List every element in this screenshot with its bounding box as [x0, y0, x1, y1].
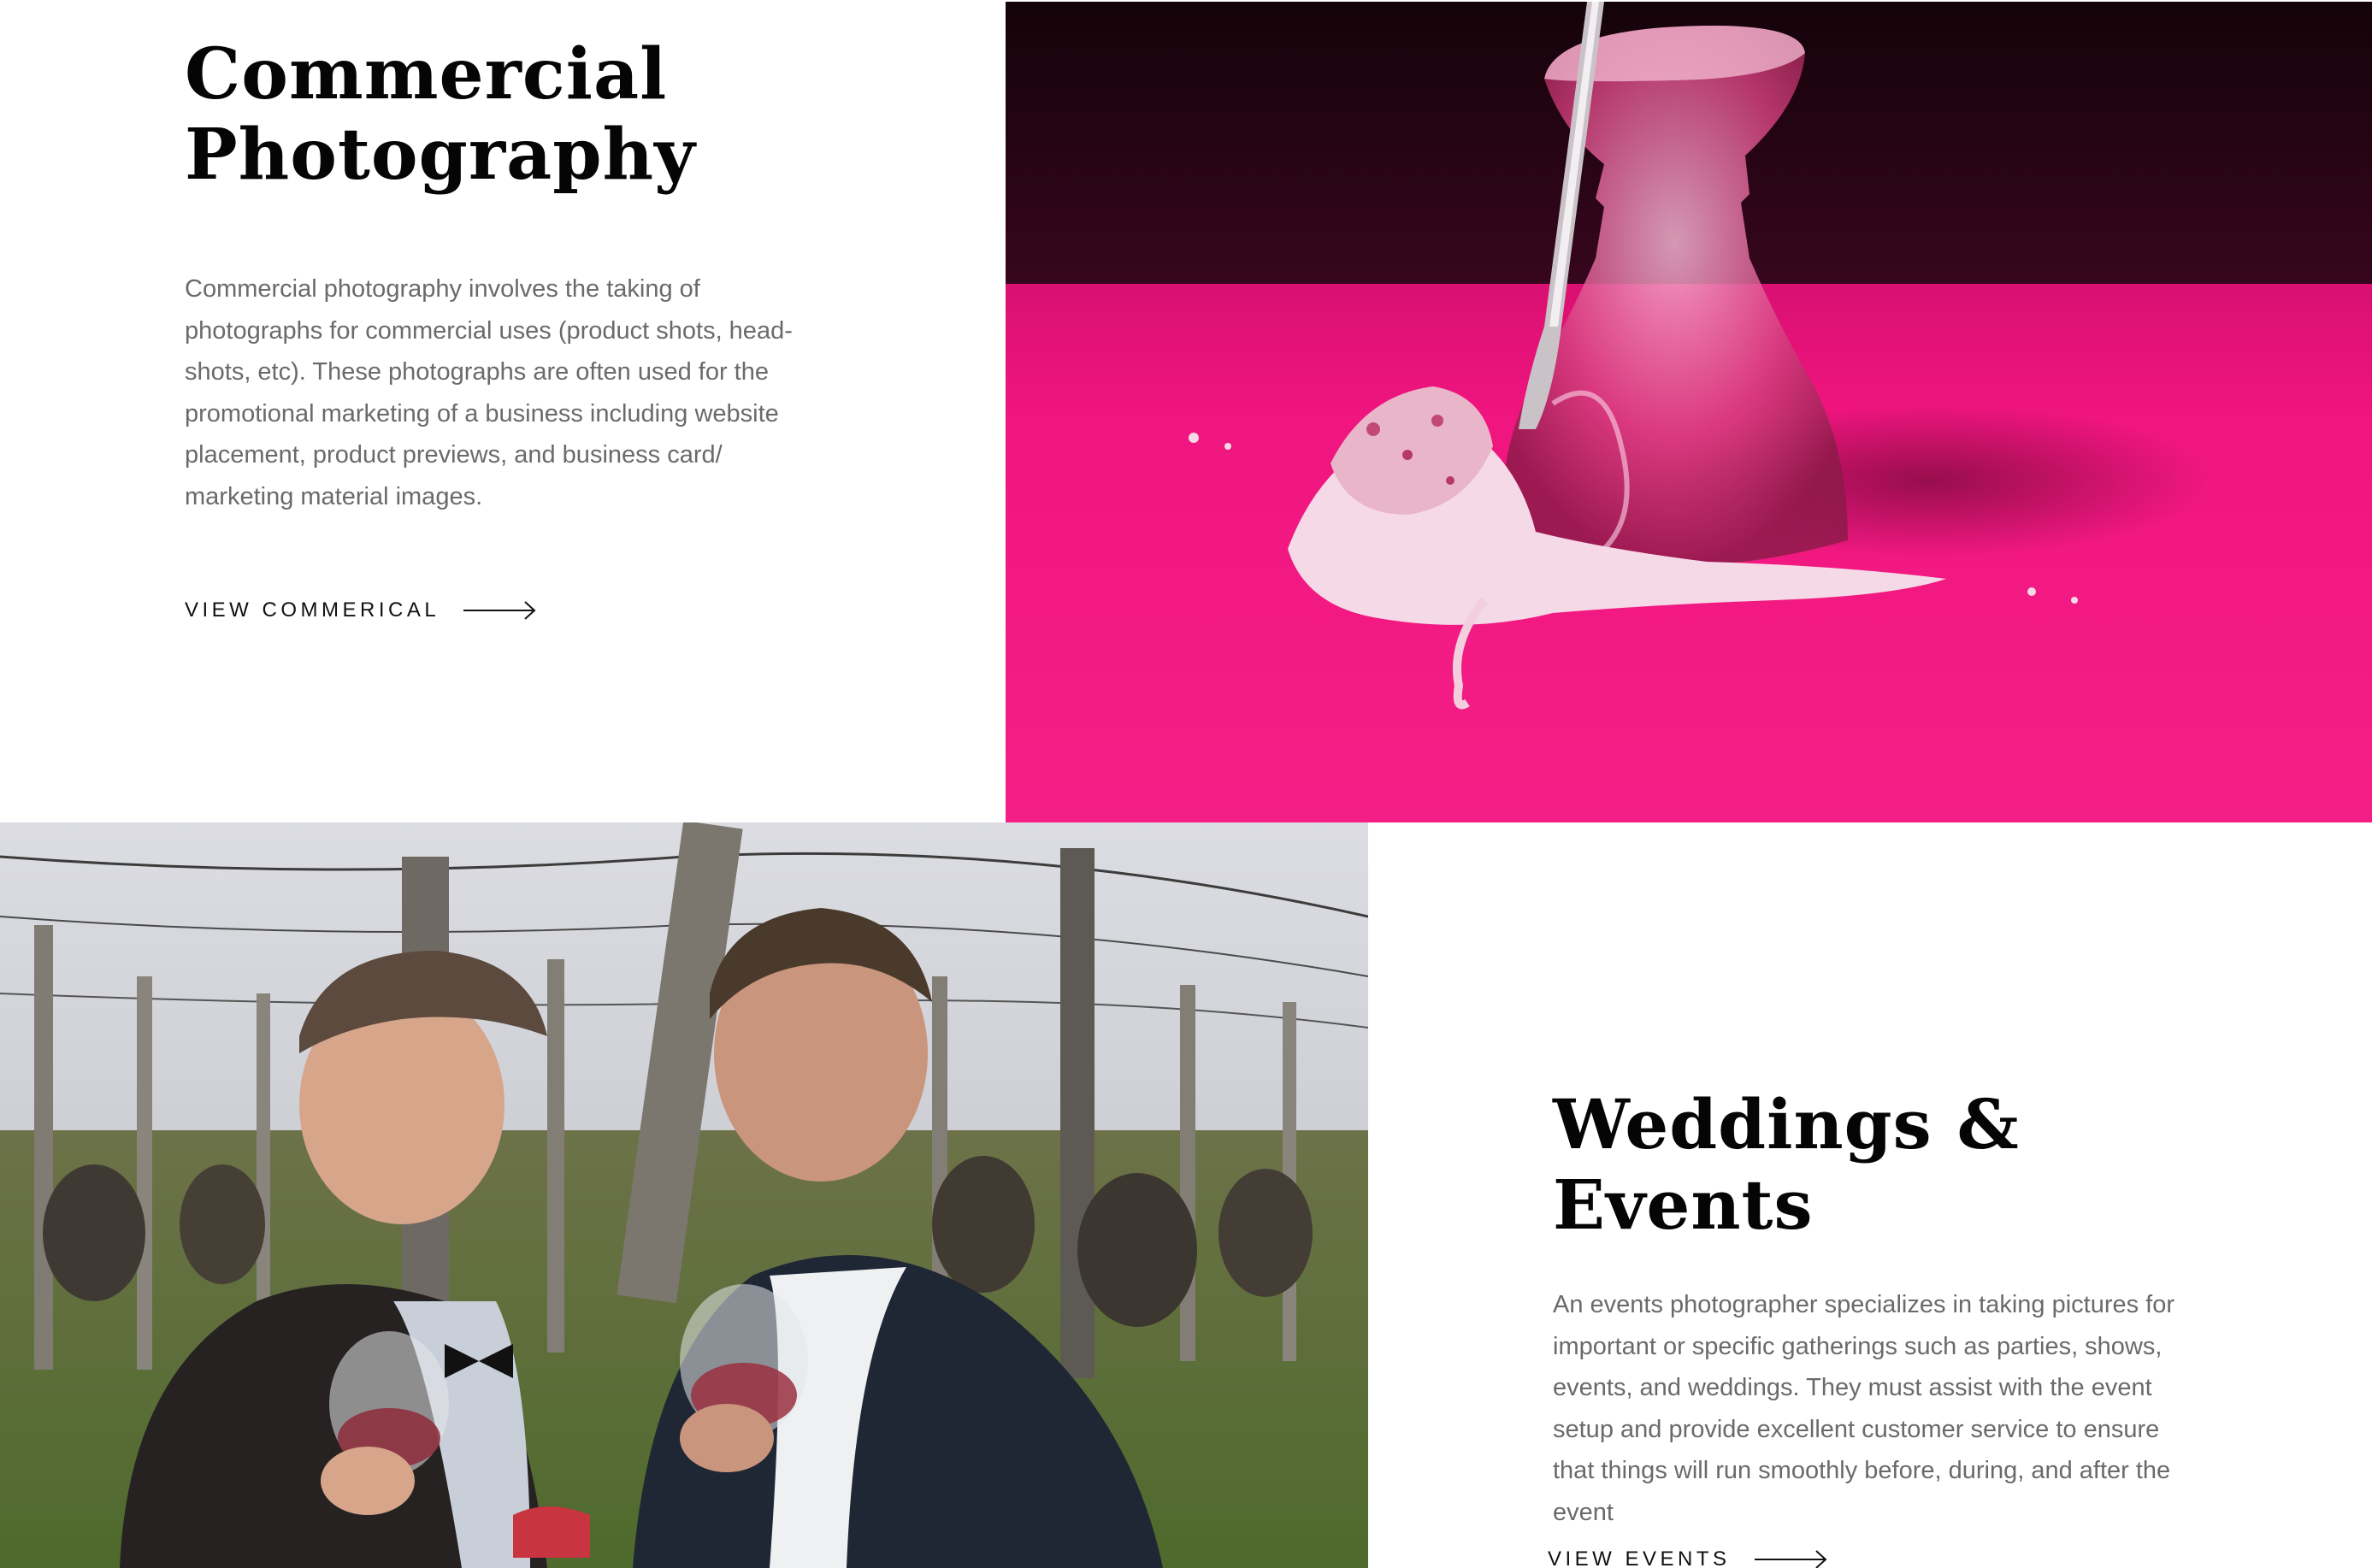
- events-section: Weddings & Events An events photographer…: [1553, 1084, 2220, 1533]
- commercial-section: Commercial Photography Commercial photog…: [185, 34, 835, 517]
- commercial-description: Commercial photography involves the taki…: [185, 275, 793, 510]
- arrow-right-icon: [463, 601, 536, 620]
- view-events-link[interactable]: VIEW EVENTS: [1548, 1547, 1828, 1568]
- arrow-right-icon: [1754, 1550, 1827, 1568]
- view-commercial-label: VIEW COMMERICAL: [185, 598, 440, 622]
- commercial-title-line1: Commercial: [185, 33, 668, 115]
- commercial-title: Commercial Photography: [185, 34, 835, 195]
- dessert-illustration: [1006, 2, 2372, 822]
- commercial-photo: [1006, 2, 2372, 822]
- view-events-label: VIEW EVENTS: [1548, 1547, 1731, 1568]
- events-title: Weddings & Events: [1553, 1084, 2020, 1245]
- view-commercial-link[interactable]: VIEW COMMERICAL: [185, 598, 537, 622]
- events-photo: [0, 822, 1368, 1568]
- commercial-title-line2: Photography: [185, 114, 696, 196]
- events-description: An events photographer specializes in ta…: [1553, 1291, 2175, 1526]
- couple-illustration: [0, 822, 1368, 1568]
- services-page: Commercial Photography Commercial photog…: [0, 0, 2372, 1568]
